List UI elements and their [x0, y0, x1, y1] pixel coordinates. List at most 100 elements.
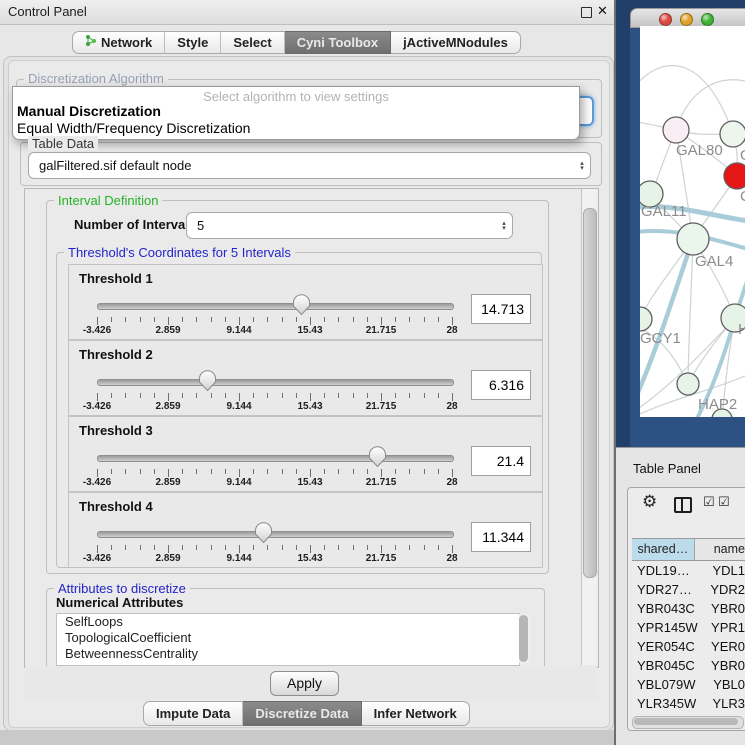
top-tab-bar: NetworkStyleSelect Cyni Toolbox jActiveMNo…: [72, 31, 521, 54]
slider-track[interactable]: [97, 303, 454, 310]
attributes-list-scrollbar[interactable]: [519, 614, 530, 663]
tick-mark: [282, 317, 283, 322]
column-header-shared-name[interactable]: shared…: [632, 539, 695, 560]
tab-cyni-toolbox[interactable]: Cyni Toolbox: [285, 31, 391, 54]
threshold-value-field[interactable]: 14.713: [471, 294, 531, 324]
threshold-row: Threshold 2-3.4262.8599.14415.4321.71528…: [68, 340, 543, 416]
tab-jactivemnodules[interactable]: jActiveMNodules: [391, 31, 521, 54]
table-row[interactable]: YER054CYER0: [632, 637, 745, 656]
cell-name: YBR0: [705, 656, 745, 675]
tick-mark: [367, 393, 368, 398]
checkbox-icon[interactable]: ☑: [703, 494, 715, 510]
control-panel-titlebar[interactable]: Control Panel: [0, 0, 614, 25]
algorithm-option-manual[interactable]: Manual Discretization: [17, 103, 161, 119]
tick-mark: [367, 469, 368, 474]
network-node-gal80[interactable]: [663, 117, 689, 143]
network-node-gcy1[interactable]: [640, 307, 652, 331]
node-label: GAL80: [676, 142, 723, 159]
tick-label: -3.426: [83, 325, 111, 336]
tick-label: 15.43: [297, 325, 322, 336]
close-traffic-light[interactable]: [659, 13, 672, 26]
tick-mark: [225, 393, 226, 398]
tick-label: -3.426: [83, 553, 111, 564]
number-of-intervals-select[interactable]: 5 ▴▾: [186, 212, 513, 239]
discretization-algorithm-title: Discretization Algorithm: [24, 71, 168, 86]
slider-track[interactable]: [97, 379, 454, 386]
tick-mark: [296, 317, 297, 322]
number-of-intervals-value: 5: [187, 218, 496, 233]
threshold-value-field[interactable]: 6.316: [471, 370, 531, 400]
scrollbar-thumb[interactable]: [583, 208, 597, 578]
tick-label: 28: [446, 325, 457, 336]
tab-infer-network[interactable]: Infer Network: [362, 701, 470, 726]
tick-mark: [97, 317, 98, 325]
attribute-list-item[interactable]: TopologicalCoefficient: [57, 630, 519, 646]
table-horizontal-scrollbar[interactable]: [632, 716, 744, 729]
network-window-titlebar[interactable]: [630, 8, 745, 28]
table-row[interactable]: YBL079WYBL0: [632, 675, 745, 694]
screen: Control Panel ✕ NetworkStyleSelect Cyni T…: [0, 0, 745, 745]
tick-mark: [168, 469, 169, 477]
slider-thumb[interactable]: [254, 522, 273, 544]
tick-mark: [182, 317, 183, 322]
float-window-icon[interactable]: [581, 7, 592, 18]
slider-thumb[interactable]: [198, 370, 217, 392]
cell-name: YDL1: [706, 561, 745, 580]
tick-mark: [452, 317, 453, 325]
attributes-list[interactable]: SelfLoopsTopologicalCoefficientBetweenne…: [56, 613, 520, 666]
table-data-select[interactable]: galFiltered.sif default node ▴▾: [28, 152, 591, 179]
vertical-scrollbar[interactable]: [581, 189, 597, 665]
tick-mark: [452, 545, 453, 553]
network-node-g[interactable]: [720, 121, 745, 147]
threshold-value-field[interactable]: 21.4: [471, 446, 531, 476]
tab-label: Cyni Toolbox: [297, 32, 378, 53]
table-row[interactable]: YDR27…YDR2: [632, 580, 745, 599]
tick-mark: [367, 545, 368, 550]
tick-mark: [296, 545, 297, 550]
apply-button[interactable]: Apply: [270, 671, 339, 696]
network-canvas[interactable]: GAL80GCGAL11GAL4GCY1HHAP2: [640, 26, 745, 417]
slider-thumb[interactable]: [292, 294, 311, 316]
node-label: GAL4: [695, 253, 733, 270]
scrollbar-thumb[interactable]: [519, 615, 528, 662]
zoom-traffic-light[interactable]: [701, 13, 714, 26]
tick-mark: [409, 545, 410, 550]
tab-impute-data[interactable]: Impute Data: [143, 701, 243, 726]
threshold-label: Threshold 3: [79, 423, 153, 438]
minimize-traffic-light[interactable]: [680, 13, 693, 26]
threshold-value-field[interactable]: 11.344: [471, 522, 531, 552]
tick-mark: [239, 469, 240, 477]
network-node-hap2[interactable]: [677, 373, 699, 395]
tick-mark: [452, 469, 453, 477]
tab-style[interactable]: Style: [165, 31, 221, 54]
scrollbar-thumb[interactable]: [634, 718, 738, 725]
tick-mark: [424, 393, 425, 398]
tick-mark: [324, 393, 325, 398]
columns-icon[interactable]: [674, 497, 692, 513]
algorithm-option-equal-width[interactable]: Equal Width/Frequency Discretization: [17, 120, 250, 136]
tab-discretize-data[interactable]: Discretize Data: [243, 701, 361, 726]
attribute-list-item[interactable]: SelfLoops: [57, 614, 519, 630]
slider-track[interactable]: [97, 531, 454, 538]
table-row[interactable]: YPR145WYPR1: [632, 618, 745, 637]
network-node-gal4[interactable]: [677, 223, 709, 255]
close-icon[interactable]: ✕: [597, 3, 608, 19]
tick-mark: [154, 317, 155, 322]
tick-mark: [97, 469, 98, 477]
tab-select[interactable]: Select: [221, 31, 284, 54]
gear-icon[interactable]: ⚙: [642, 492, 657, 512]
column-header-name[interactable]: name: [695, 539, 745, 560]
algorithm-placeholder-option[interactable]: Select algorithm to view settings: [13, 89, 579, 104]
slider-thumb[interactable]: [368, 446, 387, 468]
table-row[interactable]: YBR043CYBR0: [632, 599, 745, 618]
tab-network[interactable]: Network: [72, 31, 165, 54]
network-node-c[interactable]: [724, 163, 745, 189]
network-icon: [85, 32, 97, 53]
tick-mark: [296, 393, 297, 398]
table-row[interactable]: YDL19…YDL1: [632, 561, 745, 580]
slider-track[interactable]: [97, 455, 454, 462]
checkbox-icon[interactable]: ☑: [718, 494, 730, 510]
table-row[interactable]: YBR045CYBR0: [632, 656, 745, 675]
table-row[interactable]: YLR345WYLR3: [632, 694, 745, 713]
attribute-list-item[interactable]: BetweennessCentrality: [57, 646, 519, 662]
